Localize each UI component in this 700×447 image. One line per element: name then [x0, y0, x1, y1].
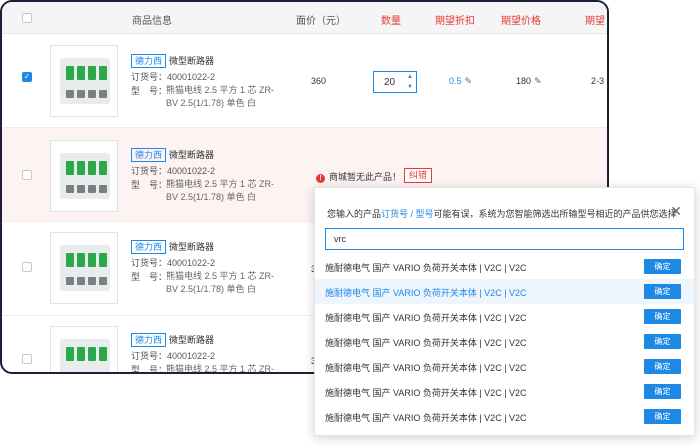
model-spec: 熊猫电线 2.5 平方 1 芯 ZR-: [166, 364, 275, 374]
option-label: 施耐德电气 国产 VARIO 负荷开关本体 | V2C | V2C: [325, 388, 527, 398]
brand-tag: 德力西: [131, 240, 167, 254]
dialog-title: 您输入的产品订货号 / 型号可能有误，系统为您智能筛选出所输型号相近的产品供您选…: [327, 209, 677, 219]
expected-price[interactable]: 180 ✎: [516, 76, 542, 87]
list-item[interactable]: 施耐德电气 国产 VARIO 负荷开关本体 | V2C | V2C 确定: [315, 329, 694, 354]
row-checkbox[interactable]: [22, 262, 32, 272]
product-name: 德力西 微型断路器: [131, 54, 214, 68]
header-extra: 期望: [585, 16, 605, 27]
increment-icon[interactable]: ▲: [407, 74, 413, 80]
edit-icon[interactable]: ✎: [465, 76, 473, 86]
list-item[interactable]: 施耐德电气 国产 VARIO 负荷开关本体 | V2C | V2C 确定: [315, 354, 694, 379]
header-expected-price: 期望价格: [501, 16, 541, 27]
error-icon: !: [316, 174, 325, 183]
confirm-button[interactable]: 确定: [644, 409, 681, 424]
model-label: 型 号：: [131, 272, 168, 282]
search-input[interactable]: [325, 228, 684, 250]
model-label: 型 号：: [131, 180, 168, 190]
close-icon[interactable]: ✕: [670, 204, 682, 218]
model-spec: 熊猫电线 2.5 平方 1 芯 ZR-BV 2.5(1/1.78) 单色 白: [166, 271, 275, 294]
table-header: 商品信息 面价（元） 数量 期望折扣 期望价格 期望: [2, 2, 607, 34]
confirm-button[interactable]: 确定: [644, 359, 681, 374]
header-product-info: 商品信息: [132, 16, 172, 27]
row-checkbox[interactable]: [22, 170, 32, 180]
model-label: 型 号：: [131, 365, 168, 374]
breaker-image: [60, 58, 110, 104]
confirm-button[interactable]: 确定: [644, 284, 681, 299]
option-label: 施耐德电气 国产 VARIO 负荷开关本体 | V2C | V2C: [325, 288, 527, 298]
option-label: 施耐德电气 国产 VARIO 负荷开关本体 | V2C | V2C: [325, 313, 527, 323]
product-name: 德力西 微型断路器: [131, 240, 214, 254]
model-spec: 熊猫电线 2.5 平方 1 芯 ZR-BV 2.5(1/1.78) 单色 白: [166, 85, 275, 108]
list-item[interactable]: 施耐德电气 国产 VARIO 负荷开关本体 | V2C | V2C 确定: [315, 254, 694, 279]
option-label: 施耐德电气 国产 VARIO 负荷开关本体 | V2C | V2C: [325, 413, 527, 423]
extra-cell: 2-3: [591, 76, 605, 86]
correct-button[interactable]: 纠错: [404, 168, 433, 183]
option-label: 施耐德电气 国产 VARIO 负荷开关本体 | V2C | V2C: [325, 338, 527, 348]
select-all-checkbox[interactable]: [22, 13, 32, 23]
header-face-price: 面价（元）: [296, 16, 346, 27]
header-expected-discount: 期望折扣: [435, 16, 475, 27]
option-label: 施耐德电气 国产 VARIO 负荷开关本体 | V2C | V2C: [325, 363, 527, 373]
confirm-button[interactable]: 确定: [644, 259, 681, 274]
quantity-stepper[interactable]: 20 ▲ ▼: [373, 71, 417, 93]
model-label: 型 号：: [131, 86, 168, 96]
list-item[interactable]: 施耐德电气 国产 VARIO 负荷开关本体 | V2C | V2C 确定: [315, 404, 694, 429]
header-quantity: 数量: [381, 16, 401, 27]
option-label: 施耐德电气 国产 VARIO 负荷开关本体 | V2C | V2C: [325, 263, 527, 273]
row-checkbox[interactable]: [22, 354, 32, 364]
quantity-value: 20: [384, 77, 396, 88]
decrement-icon[interactable]: ▼: [407, 84, 413, 90]
breaker-image: [60, 245, 110, 291]
product-name: 德力西 微型断路器: [131, 148, 214, 162]
product-name: 德力西 微型断路器: [131, 333, 214, 347]
list-item[interactable]: 施耐德电气 国产 VARIO 负荷开关本体 | V2C | V2C 确定: [315, 304, 694, 329]
brand-tag: 德力西: [131, 333, 167, 347]
confirm-button[interactable]: 确定: [644, 334, 681, 349]
confirm-button[interactable]: 确定: [644, 384, 681, 399]
row-checkbox[interactable]: ✓: [22, 72, 32, 82]
breaker-image: [60, 153, 110, 199]
order-number: 订货号：40001022-2: [131, 72, 216, 82]
list-item[interactable]: 施耐德电气 国产 VARIO 负荷开关本体 | V2C | V2C 确定: [315, 379, 694, 404]
product-image[interactable]: [50, 232, 118, 304]
order-number: 订货号：40001022-2: [131, 351, 216, 361]
order-number: 订货号：40001022-2: [131, 166, 216, 176]
table-row: ✓ 德力西 微型断路器 订货号：40001022-2 型 号： 熊猫电线 2.5 …: [2, 34, 607, 128]
brand-tag: 德力西: [131, 148, 167, 162]
order-model-link[interactable]: 订货号 / 型号: [381, 209, 434, 219]
brand-tag: 德力西: [131, 54, 167, 68]
face-price: 360: [311, 76, 327, 86]
confirm-button[interactable]: 确定: [644, 309, 681, 324]
product-image[interactable]: [50, 326, 118, 372]
product-image[interactable]: [50, 45, 118, 117]
model-spec: 熊猫电线 2.5 平方 1 芯 ZR-BV 2.5(1/1.78) 单色 白: [166, 179, 275, 202]
product-image[interactable]: [50, 140, 118, 212]
error-message: ! 商城暂无此产品！: [316, 170, 401, 183]
expected-discount[interactable]: 0.5 ✎: [449, 76, 472, 87]
breaker-image: [60, 339, 110, 372]
order-number: 订货号：40001022-2: [131, 258, 216, 268]
list-item[interactable]: 施耐德电气 国产 VARIO 负荷开关本体 | V2C | V2C 确定: [315, 279, 694, 304]
suggestion-dialog: 您输入的产品订货号 / 型号可能有误，系统为您智能筛选出所输型号相近的产品供您选…: [314, 187, 695, 436]
edit-icon[interactable]: ✎: [534, 76, 542, 86]
